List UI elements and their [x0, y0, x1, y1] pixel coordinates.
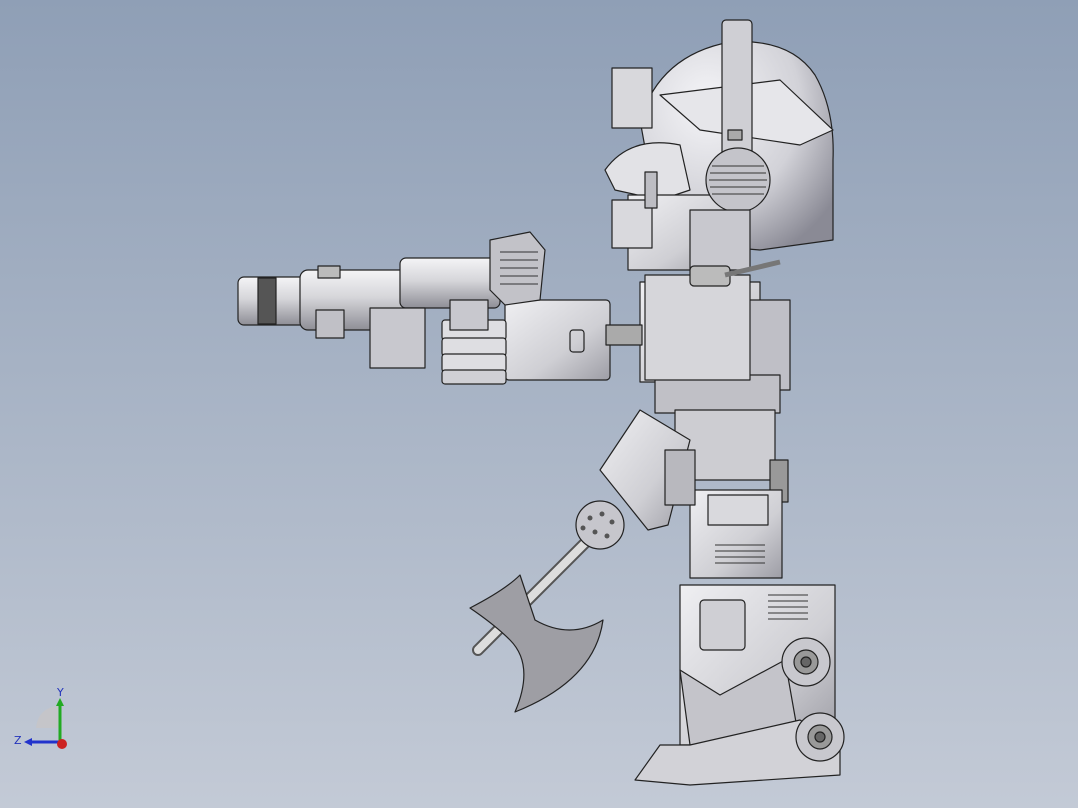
triad-arc	[36, 706, 58, 728]
axe-weapon	[469, 500, 625, 713]
waist-band	[654, 374, 781, 414]
robot-head	[604, 19, 834, 271]
3d-viewport[interactable]: Y Z	[0, 0, 1078, 808]
helmet-rear-block	[611, 67, 653, 129]
robot-torso	[639, 259, 791, 579]
robot-model[interactable]	[0, 0, 1078, 808]
shoulder-pad	[644, 274, 751, 381]
triad-z-label: Z	[14, 734, 22, 747]
axe-pommel	[575, 500, 625, 550]
upper-arm	[504, 299, 611, 381]
coordinate-triad: Y Z	[14, 686, 67, 749]
elbow-joint	[605, 324, 643, 346]
robot-leg	[634, 584, 845, 786]
x-axis-dot	[57, 739, 67, 749]
gun-grip	[369, 307, 426, 369]
triad-y-label: Y	[56, 686, 64, 699]
